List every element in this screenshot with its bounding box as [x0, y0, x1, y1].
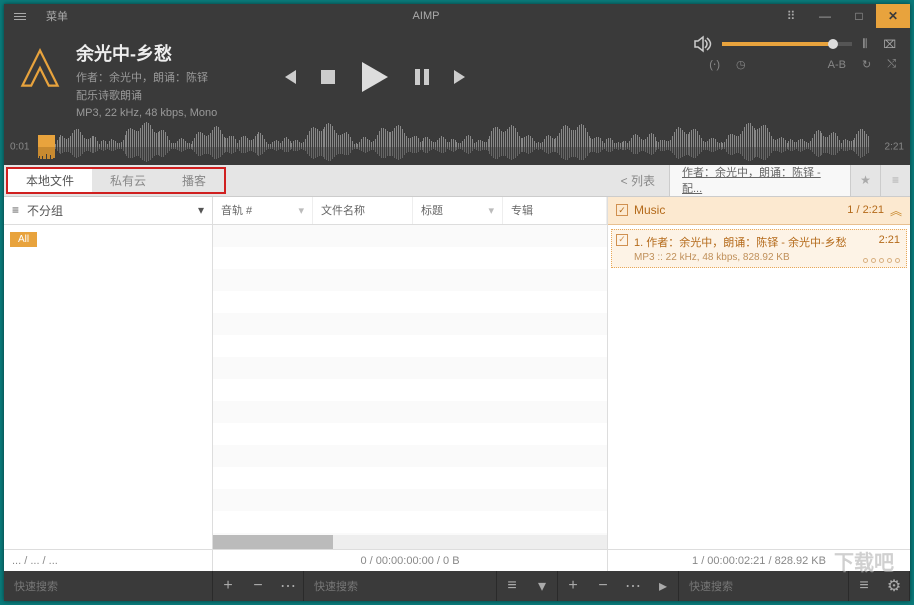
file-list[interactable]	[213, 225, 607, 549]
filter-tag-all[interactable]: All	[10, 232, 37, 247]
app-title: AIMP	[78, 10, 774, 22]
close-button[interactable]: ✕	[876, 4, 910, 28]
watermark: 下载吧	[834, 546, 894, 575]
item-meta: MP3 :: 22 kHz, 48 kbps, 828.92 KB	[634, 252, 900, 263]
col-album[interactable]: 专辑	[503, 197, 607, 224]
collapse-icon[interactable]: ︽	[890, 202, 902, 219]
pause-button[interactable]	[414, 68, 430, 86]
display-icon[interactable]: ⌧	[883, 38, 896, 51]
more-button-r[interactable]: ⋯	[618, 576, 648, 596]
menu-button[interactable]: 菜单	[36, 5, 78, 27]
prev-button[interactable]	[280, 68, 298, 86]
next-button[interactable]	[452, 68, 470, 86]
caret-button-m[interactable]: ▾	[527, 576, 557, 596]
source-tabs-highlight: 本地文件 私有云 播客	[6, 167, 226, 194]
track-album: 配乐诗歌朗诵	[76, 88, 256, 106]
stats-left: ... / ... / ...	[4, 550, 213, 571]
col-title[interactable]: 标题▾	[413, 197, 503, 224]
time-total: 2:21	[885, 141, 904, 152]
add-button-r[interactable]: +	[558, 577, 588, 595]
playlist-menu-icon[interactable]: ≡	[880, 165, 910, 196]
playlist-tab[interactable]: 作者：余光中，朗诵：陈铎 - 配...	[670, 165, 850, 196]
caret-down-icon: ▾	[198, 203, 204, 217]
aimp-logo-icon	[18, 46, 62, 90]
col-filename[interactable]: 文件名称	[313, 197, 413, 224]
clock-icon[interactable]: ◷	[736, 58, 746, 71]
track-title: 余光中-乡愁	[76, 40, 256, 66]
track-format: MP3, 22 kHz, 48 kbps, Mono	[76, 105, 256, 123]
main-menu-icon[interactable]	[4, 13, 36, 20]
rating-dots[interactable]	[863, 258, 900, 263]
item-title: 1. 作者：余光中，朗诵：陈铎 - 余光中-乡愁	[634, 234, 900, 250]
play-button[interactable]	[358, 60, 392, 94]
settings-icon[interactable]: ⚙	[879, 576, 909, 596]
radio-icon[interactable]: (⋅)	[709, 58, 720, 71]
menu-button-m[interactable]: ≡	[497, 577, 527, 595]
item-duration: 2:21	[879, 234, 900, 246]
shuffle-icon[interactable]: ⤭	[887, 58, 896, 71]
stats-mid: 0 / 00:00:00:00 / 0 B	[213, 550, 608, 571]
playlist-check-icon[interactable]: ✓	[616, 204, 628, 216]
ab-repeat-button[interactable]: A-B	[828, 59, 846, 71]
track-author: 作者：余光中，朗诵：陈铎	[76, 70, 256, 88]
tab-podcast[interactable]: 播客	[164, 169, 224, 192]
list-icon: ≡	[12, 203, 19, 217]
volume-icon[interactable]	[694, 36, 712, 52]
time-elapsed: 0:01	[10, 141, 29, 152]
item-check-icon[interactable]: ✓	[616, 234, 628, 246]
menu-button-r[interactable]: ≡	[849, 577, 879, 595]
compact-icon[interactable]: ⠿	[774, 4, 808, 28]
next-track-icon[interactable]: ▸	[648, 576, 678, 596]
favorite-icon[interactable]: ★	[850, 165, 880, 196]
more-button-l[interactable]: ⋯	[273, 576, 303, 596]
playlist-name: Music	[634, 203, 665, 217]
volume-slider[interactable]	[722, 42, 852, 46]
back-to-list-button[interactable]: < 列表	[607, 165, 670, 196]
remove-button-r[interactable]: −	[588, 577, 618, 595]
minimize-button[interactable]: —	[808, 4, 842, 28]
grouping-selector[interactable]: ≡ 不分组 ▾	[4, 197, 212, 225]
tab-local-files[interactable]: 本地文件	[8, 169, 92, 192]
maximize-button[interactable]: □	[842, 4, 876, 28]
stop-button[interactable]	[320, 69, 336, 85]
col-track-number[interactable]: 音轨 #▾	[213, 197, 313, 224]
waveform-seekbar[interactable]: 0:01 2:21	[4, 129, 910, 165]
search-left[interactable]: 快速搜索	[4, 571, 213, 601]
remove-button-l[interactable]: −	[243, 577, 273, 595]
playlist-item[interactable]: ✓ 1. 作者：余光中，朗诵：陈铎 - 余光中-乡愁 MP3 :: 22 kHz…	[611, 229, 907, 268]
repeat-icon[interactable]: ↻	[862, 58, 871, 71]
equalizer-icon[interactable]: ⫼	[862, 38, 867, 51]
add-button-l[interactable]: +	[213, 577, 243, 595]
playlist-count: 1 / 2:21	[847, 204, 884, 216]
grouping-label: 不分组	[27, 202, 63, 219]
search-right[interactable]: 快速搜索	[679, 571, 849, 601]
tab-private-cloud[interactable]: 私有云	[92, 169, 164, 192]
search-mid[interactable]: 快速搜索	[304, 571, 497, 601]
horizontal-scrollbar[interactable]	[213, 535, 607, 549]
